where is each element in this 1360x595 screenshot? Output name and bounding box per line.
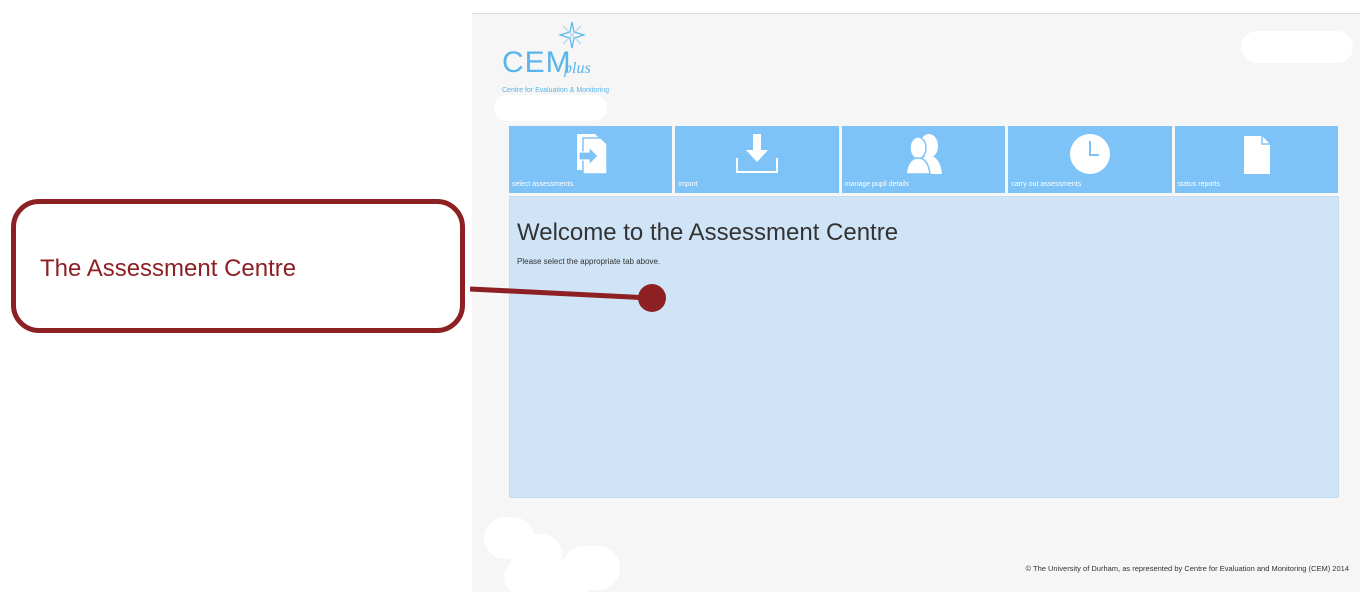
redacted-footer-logo (504, 559, 594, 595)
logo-brand: CEM (502, 46, 572, 79)
tile-select-assessments[interactable]: select assessments (509, 126, 673, 193)
download-tray-icon (736, 134, 779, 173)
logo-suffix: plus (564, 60, 591, 77)
tile-label: manage pupil details (844, 181, 910, 188)
tile-label: import (678, 181, 698, 188)
cem-plus-logo: CEM plus Centre for Evaluation & Monitor… (502, 20, 642, 100)
app-window: CEM plus Centre for Evaluation & Monitor… (472, 13, 1360, 595)
tile-label: select assessments (512, 181, 574, 188)
navigation-tiles: select assessments import manage pupil d… (509, 126, 1339, 193)
logo-subtitle: Centre for Evaluation & Monitoring (502, 87, 609, 94)
page-title: Welcome to the Assessment Centre (517, 219, 899, 246)
tile-status-reports[interactable]: status reports (1174, 126, 1339, 193)
tile-label: carry out assessments (1011, 181, 1082, 188)
copyright-footer: © The University of Durham, as represent… (1025, 564, 1349, 573)
tile-label: status reports (1177, 181, 1221, 188)
instruction-text: Please select the appropriate tab above. (517, 257, 661, 266)
redacted-user-area (1241, 31, 1353, 63)
tile-import[interactable]: import (675, 126, 839, 193)
redacted-school-name (494, 95, 607, 121)
tile-manage-pupil-details[interactable]: manage pupil details (841, 126, 1006, 193)
annotation-label: The Assessment Centre (40, 255, 297, 282)
annotation-callout: The Assessment Centre (11, 199, 465, 333)
tile-carry-out-assessments[interactable]: carry out assessments (1008, 126, 1172, 193)
clock-icon (1069, 134, 1110, 174)
welcome-panel: Welcome to the Assessment Centre Please … (509, 196, 1339, 498)
document-icon (1244, 136, 1271, 174)
people-icon (904, 134, 942, 175)
document-arrow-icon (576, 134, 608, 175)
